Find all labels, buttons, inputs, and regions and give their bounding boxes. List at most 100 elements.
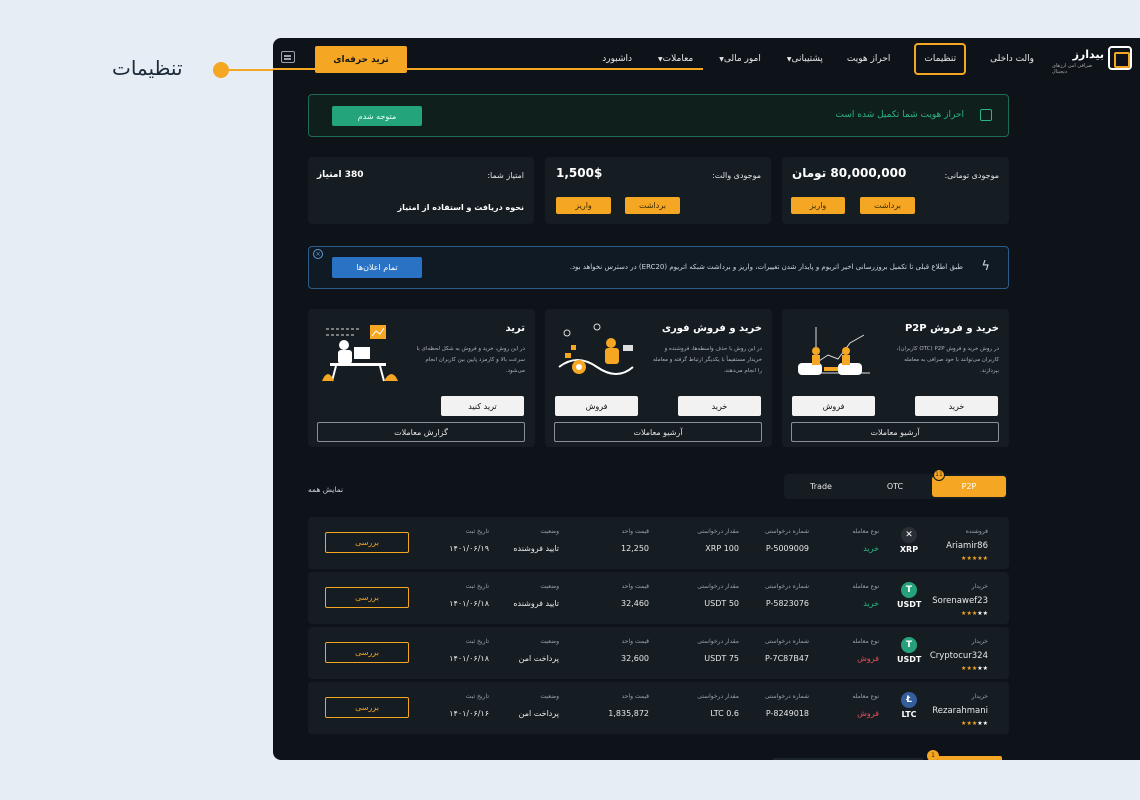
- toman-deposit-button[interactable]: واریز: [791, 197, 845, 214]
- all-notifications-button[interactable]: تمام اعلان‌ها: [332, 257, 422, 278]
- tab-trade[interactable]: Trade: [784, 474, 858, 499]
- review-button[interactable]: بررسی: [325, 532, 409, 553]
- nav-item-2[interactable]: امور مالی▼: [717, 54, 761, 64]
- unit-price-value: 1,835,872: [608, 709, 649, 718]
- date-header: تاریخ ثبت: [465, 693, 489, 700]
- request-no-header: شماره درخواستی: [764, 528, 809, 535]
- date-header: تاریخ ثبت: [465, 583, 489, 590]
- instant-illustration-icon: [558, 323, 634, 375]
- wallet-deposit-button[interactable]: واریز: [556, 197, 611, 214]
- instant-sell-button[interactable]: فروش: [555, 396, 638, 416]
- request-no-value: P-5823076: [765, 599, 809, 608]
- tab-otc[interactable]: OTC: [858, 474, 932, 499]
- trade-card: ترید در این روش، خرید و فروش به شکل لحظه…: [308, 309, 535, 447]
- user-rating: ★★★★★: [961, 555, 988, 562]
- instant-title: خرید و فروش فوری: [661, 323, 762, 334]
- review-button[interactable]: بررسی: [325, 587, 409, 608]
- trade-report-button[interactable]: گزارش معاملات: [317, 422, 525, 442]
- nav-item-6[interactable]: والت داخلی: [990, 54, 1034, 64]
- request-no-header: شماره درخواستی: [764, 583, 809, 590]
- unit-price-header: قیمت واحد: [621, 528, 649, 535]
- status-value: تایید فروشنده: [513, 544, 559, 553]
- nav-item-5[interactable]: تنظیمات: [914, 43, 967, 75]
- p2p-illustration-icon: [798, 327, 870, 375]
- star-icon: ★: [982, 610, 988, 617]
- amount-header: مقدار درخواستی: [697, 583, 739, 590]
- verification-message: احراز هویت شما تکمیل شده است: [835, 110, 964, 120]
- p2p-title: خرید و فروش P2P: [904, 323, 999, 334]
- user-name[interactable]: Ariamir86: [946, 541, 988, 551]
- user-rating: ★★★★★: [961, 610, 988, 617]
- date-header: تاریخ ثبت: [465, 638, 489, 645]
- review-button[interactable]: بررسی: [325, 642, 409, 663]
- trade-side: خرید: [863, 544, 879, 553]
- coin-icon: T: [901, 582, 917, 598]
- wallet-withdraw-button[interactable]: برداشت: [625, 197, 680, 214]
- trade-now-button[interactable]: ترید کنید: [441, 396, 524, 416]
- coin-icon: T: [901, 637, 917, 653]
- instant-buy-button[interactable]: خرید: [678, 396, 761, 416]
- nav-item-label: احراز هویت: [846, 54, 891, 64]
- trade-illustration-icon: [322, 325, 398, 382]
- table-row: خریدار Rezarahmani ★★★★★ Ł LTC نوع معامله فروش…: [308, 682, 1009, 734]
- user-name[interactable]: Sorenawef23: [932, 596, 988, 606]
- status-value: پرداخت امن: [518, 709, 559, 718]
- request-no-header: شماره درخواستی: [764, 693, 809, 700]
- chat-icon[interactable]: [281, 51, 295, 63]
- close-icon[interactable]: ×: [313, 249, 323, 259]
- p2p-sell-button[interactable]: فروش: [792, 396, 875, 416]
- pro-trade-button[interactable]: ترید حرفه‌ای: [315, 46, 407, 73]
- id-card-icon: [980, 109, 992, 121]
- p2p-description: در روش خرید و فروش P2P (OTC کاربران)، کا…: [896, 346, 999, 374]
- nav-item-0[interactable]: داشبورد: [602, 54, 632, 64]
- status-header: وضعیت: [540, 583, 559, 590]
- p2p-card: خرید و فروش P2P در روش خرید و فروش P2P (…: [782, 309, 1009, 447]
- nav-item-4[interactable]: احراز هویت: [847, 54, 890, 64]
- acknowledge-button[interactable]: متوجه شدم: [332, 106, 422, 126]
- p2p-archive-button[interactable]: آرشیو معاملات: [791, 422, 999, 442]
- coin-name: LTC: [901, 710, 917, 719]
- market-tabs: P2P OTC Trade: [784, 474, 1007, 499]
- nav-item-label: داشبورد: [602, 54, 633, 64]
- coin: T USDT: [897, 582, 921, 609]
- toman-balance-card: موجودی تومانی: 80,000,000 تومان برداشت و…: [782, 157, 1009, 224]
- app-window: ترید حرفه‌ای داشبورد معاملات▼ امور مالی▼ پش…: [273, 38, 1140, 760]
- bottom-active-tab[interactable]: [938, 756, 1002, 760]
- toman-balance-label: موجودی تومانی:: [944, 171, 999, 180]
- user-role: فروشنده: [965, 528, 988, 535]
- type-header: نوع معامله: [852, 583, 879, 590]
- brand-logo[interactable]: بیدارز صرافی امن ارزهای دیجیتال: [1052, 44, 1132, 75]
- type-header: نوع معامله: [852, 693, 879, 700]
- trade-side: فروش: [857, 654, 879, 663]
- tab-count-badge: 11: [933, 469, 945, 481]
- show-all-link[interactable]: نمایش همه: [308, 485, 343, 494]
- status-header: وضعیت: [540, 528, 559, 535]
- brand-tagline: صرافی امن ارزهای دیجیتال: [1052, 63, 1093, 75]
- unit-price-value: 32,460: [621, 599, 649, 608]
- toman-withdraw-button[interactable]: برداشت: [860, 197, 915, 214]
- coin: ✕ XRP: [897, 527, 921, 554]
- p2p-buy-button[interactable]: خرید: [915, 396, 998, 416]
- points-help-link[interactable]: نحوه دریافت و استفاده از امتیاز: [398, 203, 524, 212]
- nav-item-1[interactable]: معاملات▼: [656, 54, 693, 64]
- lightning-icon: ϟ: [981, 259, 990, 274]
- star-icon: ★: [982, 665, 988, 672]
- request-no-header: شماره درخواستی: [764, 638, 809, 645]
- wallet-balance-card: موجودی والت: 1,500$ برداشت واریز: [545, 157, 771, 224]
- user-name[interactable]: Cryptocur324: [930, 651, 988, 661]
- points-value: 380 امتیاز: [317, 170, 364, 180]
- trade-side: خرید: [863, 599, 879, 608]
- unit-price-header: قیمت واحد: [621, 583, 649, 590]
- user-name[interactable]: Rezarahmani: [932, 706, 988, 716]
- user-role: خریدار: [971, 693, 988, 700]
- coin-name: XRP: [899, 545, 919, 554]
- nav-item-label: پشتیبانی: [791, 54, 823, 64]
- nav-item-3[interactable]: پشتیبانی▼: [785, 54, 823, 64]
- bottom-divider: [773, 758, 923, 760]
- review-button[interactable]: بررسی: [325, 697, 409, 718]
- trade-description: در این روش، خرید و فروش به شکل لحظه‌ای ب…: [416, 346, 525, 374]
- coin-name: USDT: [897, 655, 922, 664]
- coin-icon: Ł: [901, 692, 917, 708]
- verification-banner: احراز هویت شما تکمیل شده است متوجه شدم: [308, 94, 1009, 137]
- instant-archive-button[interactable]: آرشیو معاملات: [554, 422, 762, 442]
